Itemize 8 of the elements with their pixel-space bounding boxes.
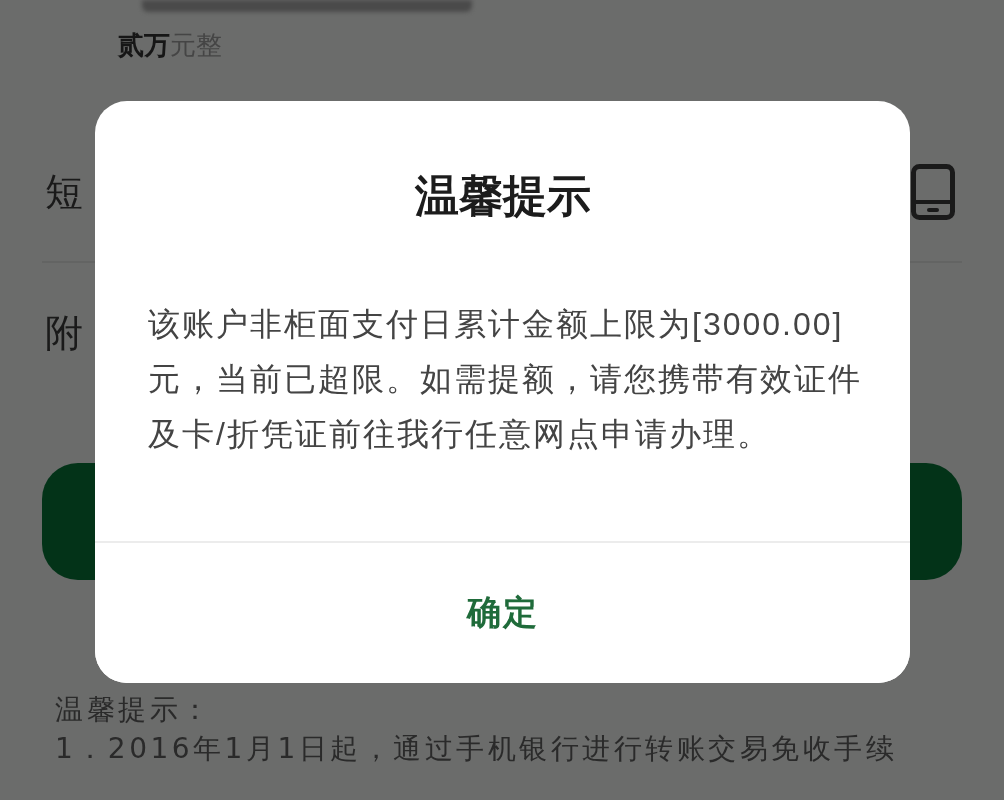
confirm-button[interactable]: 确定 <box>95 541 910 683</box>
notes-heading: 温馨提示： <box>55 692 214 728</box>
notes-line: 1．2016年1月1日起，通过手机银行进行转账交易免收手续 <box>55 731 899 767</box>
form-label: 短 <box>45 169 83 215</box>
form-label: 附 <box>45 310 83 356</box>
phone-icon[interactable] <box>911 164 955 220</box>
dialog-message: 该账户非柜面支付日累计金额上限为[3000.00]元，当前已超限。如需提额，请您携带有效证件及卡/折凭证前往我行任意网点申请办理。 <box>148 305 863 454</box>
dialog-title: 温馨提示 <box>414 169 591 223</box>
